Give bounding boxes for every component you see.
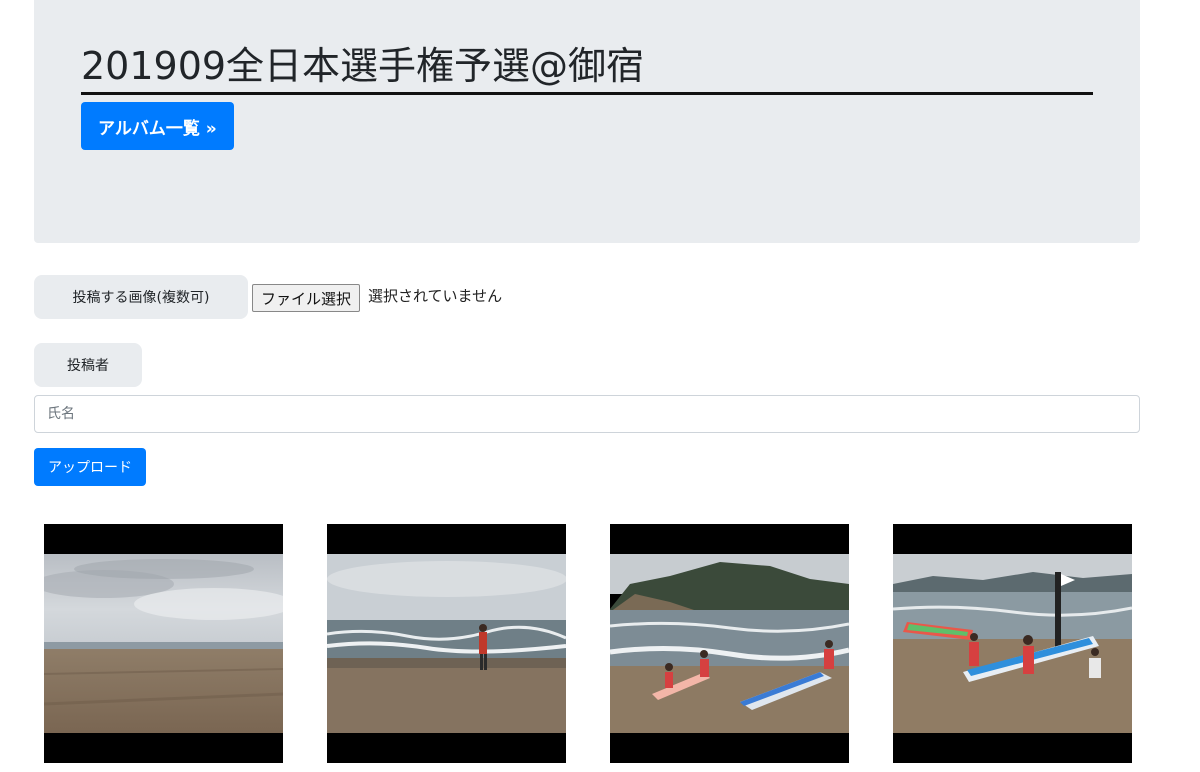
photo-4-image <box>893 554 1132 733</box>
photo-2-image <box>327 554 566 733</box>
gallery-photo-2[interactable] <box>327 524 566 763</box>
album-list-button[interactable]: アルバム一覧 » <box>81 102 234 150</box>
jumbotron-header: 201909全日本選手権予選@御宿 アルバム一覧 » <box>34 0 1140 243</box>
file-select-button[interactable]: ファイル選択 <box>252 284 361 312</box>
gallery-photo-3[interactable] <box>610 524 849 763</box>
file-status-text: 選択されていません <box>368 287 503 305</box>
name-input[interactable] <box>34 395 1140 433</box>
gallery-photo-4[interactable] <box>893 524 1132 763</box>
photo-3-image <box>610 554 849 733</box>
images-label: 投稿する画像(複数可) <box>34 275 248 319</box>
gallery-photo-1[interactable] <box>44 524 283 763</box>
upload-button[interactable]: アップロード <box>34 448 146 486</box>
photo-1-image <box>44 554 283 733</box>
page-title: 201909全日本選手権予選@御宿 <box>81 40 1093 95</box>
poster-label: 投稿者 <box>34 343 142 387</box>
